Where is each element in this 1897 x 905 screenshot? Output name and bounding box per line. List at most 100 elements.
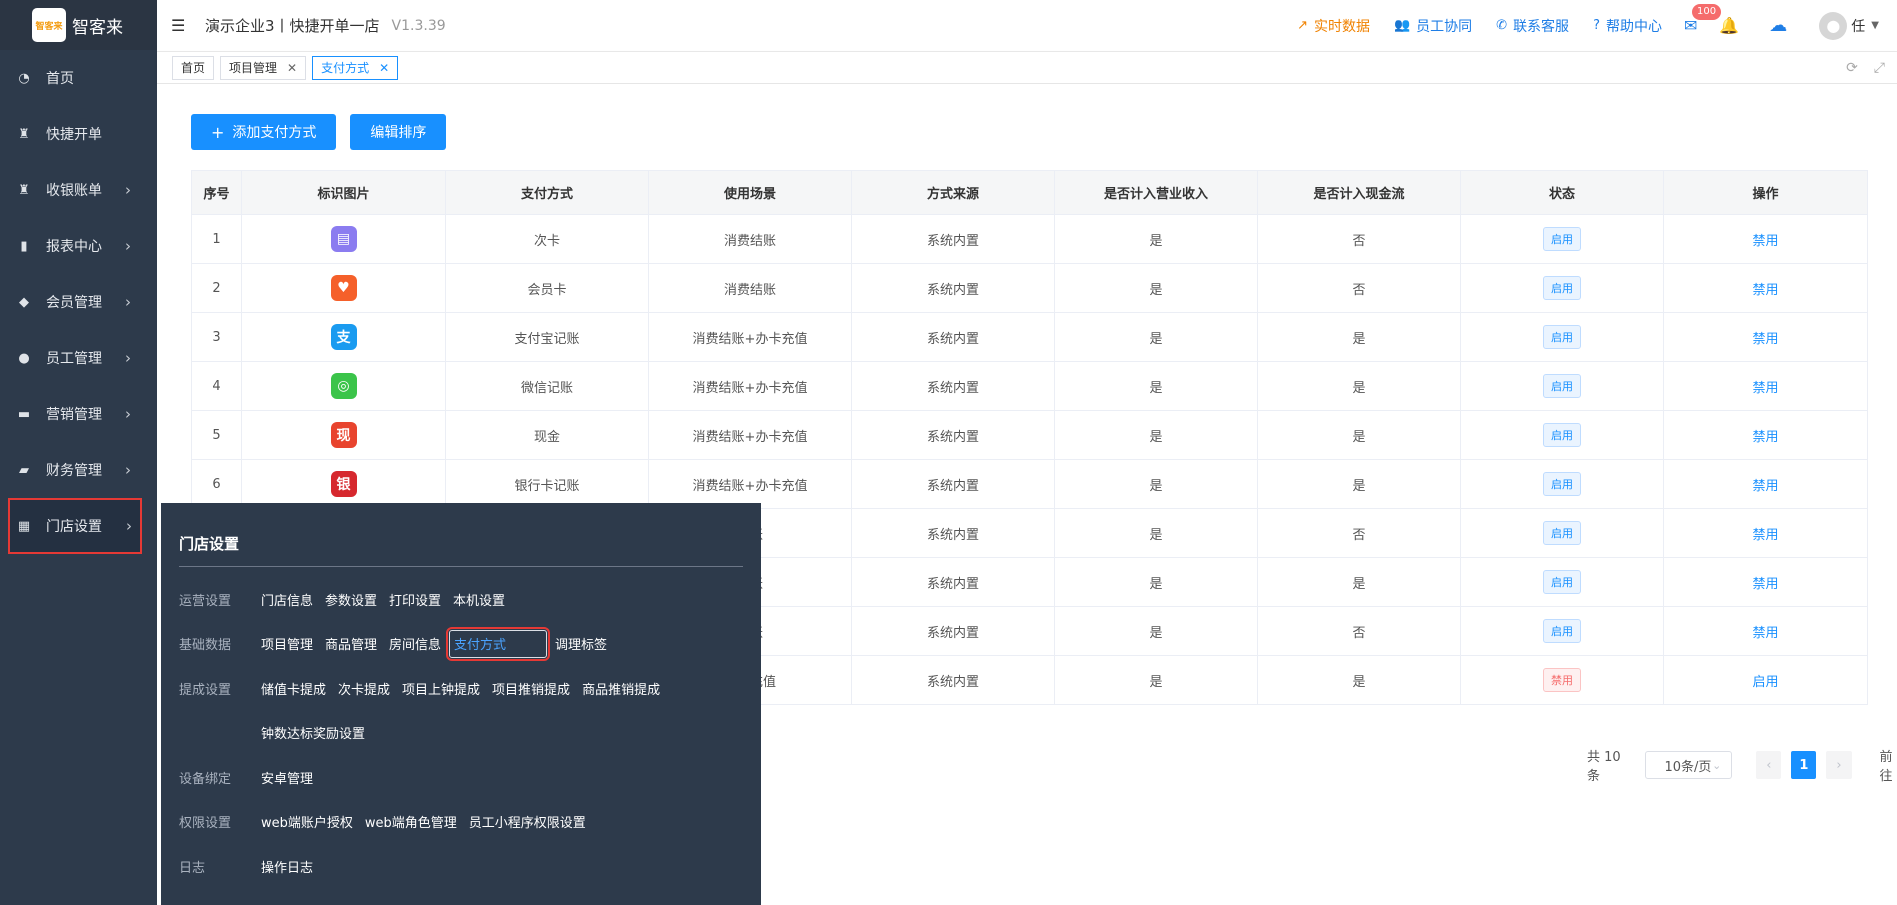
usage-scene: 消费结账+办卡充值 <box>648 312 852 362</box>
contact-support-label: 联系客服 <box>1513 18 1570 35</box>
fullscreen-icon[interactable]: ⤢ <box>1874 60 1885 76</box>
tab-2[interactable]: 支付方式 ✕ <box>312 55 399 80</box>
flyout-link[interactable]: 储值卡提成 <box>261 675 326 702</box>
toggle-status-link[interactable]: 禁用 <box>1752 479 1778 494</box>
flyout-link[interactable]: 操作日志 <box>261 853 313 880</box>
toggle-status-link[interactable]: 禁用 <box>1752 577 1778 592</box>
tab-label: 项目管理 <box>229 61 278 75</box>
caret-down-icon[interactable]: ▼ <box>1871 20 1879 31</box>
method-source: 系统内置 <box>851 361 1055 411</box>
flyout-link[interactable]: 项目管理 <box>261 630 313 658</box>
sidebar-item-7[interactable]: ▰ 财务管理 › <box>0 442 157 498</box>
table-row: 5 现现金 消费结账+办卡充值 系统内置是是启用 禁用 <box>191 410 1868 460</box>
flyout-link[interactable]: 次卡提成 <box>338 675 390 702</box>
toggle-status-link[interactable]: 禁用 <box>1752 234 1778 249</box>
avatar[interactable]: ● <box>1819 11 1848 40</box>
add-payment-method-button[interactable]: + 添加支付方式 <box>191 114 337 150</box>
flyout-link[interactable]: 门店信息 <box>261 586 313 613</box>
payment-name: 现金 <box>445 410 649 460</box>
payment-name: 微信记账 <box>445 361 649 411</box>
status-cell: 启用 <box>1460 263 1664 313</box>
tab-list: 首页 项目管理 ✕ 支付方式 ✕ <box>172 55 404 80</box>
toggle-status-link[interactable]: 禁用 <box>1752 430 1778 445</box>
help-center-link[interactable]: ? 帮助中心 <box>1593 16 1662 36</box>
flyout-link[interactable]: 项目推销提成 <box>492 675 570 702</box>
menu-toggle-icon[interactable]: ☰ <box>171 16 189 35</box>
status-badge: 启用 <box>1543 521 1581 545</box>
question-icon: ? <box>1593 18 1600 33</box>
prev-page-button[interactable]: ‹ <box>1756 751 1782 779</box>
chevron-right-icon: › <box>125 181 131 199</box>
page-number-current[interactable]: 1 <box>1791 751 1817 779</box>
status-badge: 禁用 <box>1543 668 1581 692</box>
sidebar-item-label: 门店设置 <box>46 519 102 535</box>
sidebar-item-1[interactable]: ♜ 快捷开单 <box>0 106 157 162</box>
mail-icon[interactable]: ✉ 100 <box>1684 4 1722 35</box>
flyout-link[interactable]: 商品管理 <box>325 630 377 658</box>
sidebar-item-6[interactable]: ▬ 营销管理 › <box>0 386 157 442</box>
counts-cashflow: 否 <box>1257 214 1461 264</box>
diamond-icon: ◆ <box>19 294 29 310</box>
toggle-status-link[interactable]: 禁用 <box>1752 626 1778 641</box>
counts-cashflow: 是 <box>1257 312 1461 362</box>
total-count: 共 10 条 <box>1587 750 1621 784</box>
toggle-status-link[interactable]: 禁用 <box>1752 528 1778 543</box>
counts-revenue: 是 <box>1054 557 1258 607</box>
status-cell: 启用 <box>1460 214 1664 264</box>
row-number: 4 <box>191 361 242 411</box>
table-row: 3 支支付宝记账 消费结账+办卡充值 系统内置是是启用 禁用 <box>191 312 1868 362</box>
user-icon: ● <box>18 350 30 366</box>
counts-cashflow: 是 <box>1257 655 1461 705</box>
flyout-link[interactable]: web端角色管理 <box>365 808 457 835</box>
close-icon[interactable]: ✕ <box>287 61 297 75</box>
flyout-link[interactable]: 项目上钟提成 <box>402 675 480 702</box>
operation-cell: 禁用 <box>1663 361 1868 411</box>
flyout-link[interactable]: 钟数达标奖励设置 <box>261 719 365 746</box>
user-name[interactable]: 任 <box>1851 16 1865 36</box>
sidebar-item-4[interactable]: ◆ 会员管理 › <box>0 274 157 330</box>
flyout-link[interactable]: 商品推销提成 <box>582 675 660 702</box>
refresh-icon[interactable]: ⟳ <box>1846 60 1858 76</box>
toggle-status-link[interactable]: 禁用 <box>1752 283 1778 298</box>
flyout-link[interactable]: 员工小程序权限设置 <box>469 808 586 835</box>
tab-1[interactable]: 项目管理 ✕ <box>220 55 307 80</box>
card-icon: ▤ <box>330 226 357 252</box>
counts-cashflow: 否 <box>1257 508 1461 558</box>
page-size-select[interactable]: 10条/页 ⌄ <box>1645 751 1733 779</box>
logo[interactable]: 智客来 智客来 <box>0 0 157 50</box>
tab-0[interactable]: 首页 <box>172 55 215 80</box>
sidebar-item-8[interactable]: ▦ 门店设置 › <box>8 498 142 554</box>
toggle-status-link[interactable]: 禁用 <box>1752 332 1778 347</box>
sidebar-item-5[interactable]: ● 员工管理 › <box>0 330 157 386</box>
flyout-link[interactable]: 本机设置 <box>453 586 505 613</box>
bell-icon[interactable]: 🔔 <box>1719 16 1739 35</box>
status-badge: 启用 <box>1543 570 1581 594</box>
staff-collab-link[interactable]: 👥 员工协同 <box>1394 16 1472 36</box>
toggle-status-link[interactable]: 禁用 <box>1752 381 1778 396</box>
payment-name: 支付宝记账 <box>445 312 649 362</box>
realtime-data-link[interactable]: ↗ 实时数据 <box>1297 16 1370 36</box>
column-header: 是否计入营业收入 <box>1054 170 1258 215</box>
flyout-category: 运营设置 <box>179 593 232 609</box>
flyout-link[interactable]: web端账户授权 <box>261 808 353 835</box>
close-icon[interactable]: ✕ <box>379 61 389 75</box>
flyout-group: 权限设置 web端账户授权 web端角色管理 员工小程序权限设置 <box>179 800 743 845</box>
flyout-link[interactable]: 参数设置 <box>325 586 377 613</box>
next-page-button[interactable]: › <box>1826 751 1852 779</box>
sidebar-item-3[interactable]: ▮ 报表中心 › <box>0 218 157 274</box>
sidebar-item-2[interactable]: ♜ 收银账单 › <box>0 162 157 218</box>
flyout-link[interactable]: 打印设置 <box>389 586 441 613</box>
logo-icon: 智客来 <box>32 8 66 42</box>
cloud-icon[interactable]: ☁ <box>1769 15 1787 36</box>
flyout-link[interactable]: 调理标签 <box>555 630 607 658</box>
flyout-link[interactable]: 安卓管理 <box>261 764 313 791</box>
contact-support-link[interactable]: ✆ 联系客服 <box>1496 16 1569 36</box>
edit-sort-button[interactable]: 编辑排序 <box>350 114 447 150</box>
row-icon-cell: 银 <box>241 459 446 509</box>
flyout-link[interactable]: 支付方式 <box>446 626 551 661</box>
toggle-status-link[interactable]: 启用 <box>1752 675 1778 690</box>
sidebar-item-0[interactable]: ◔ 首页 <box>0 50 157 106</box>
usage-scene: 消费结账+办卡充值 <box>648 459 852 509</box>
flyout-link[interactable]: 房间信息 <box>389 630 441 658</box>
page-size-value: 10条/页 <box>1664 759 1712 775</box>
